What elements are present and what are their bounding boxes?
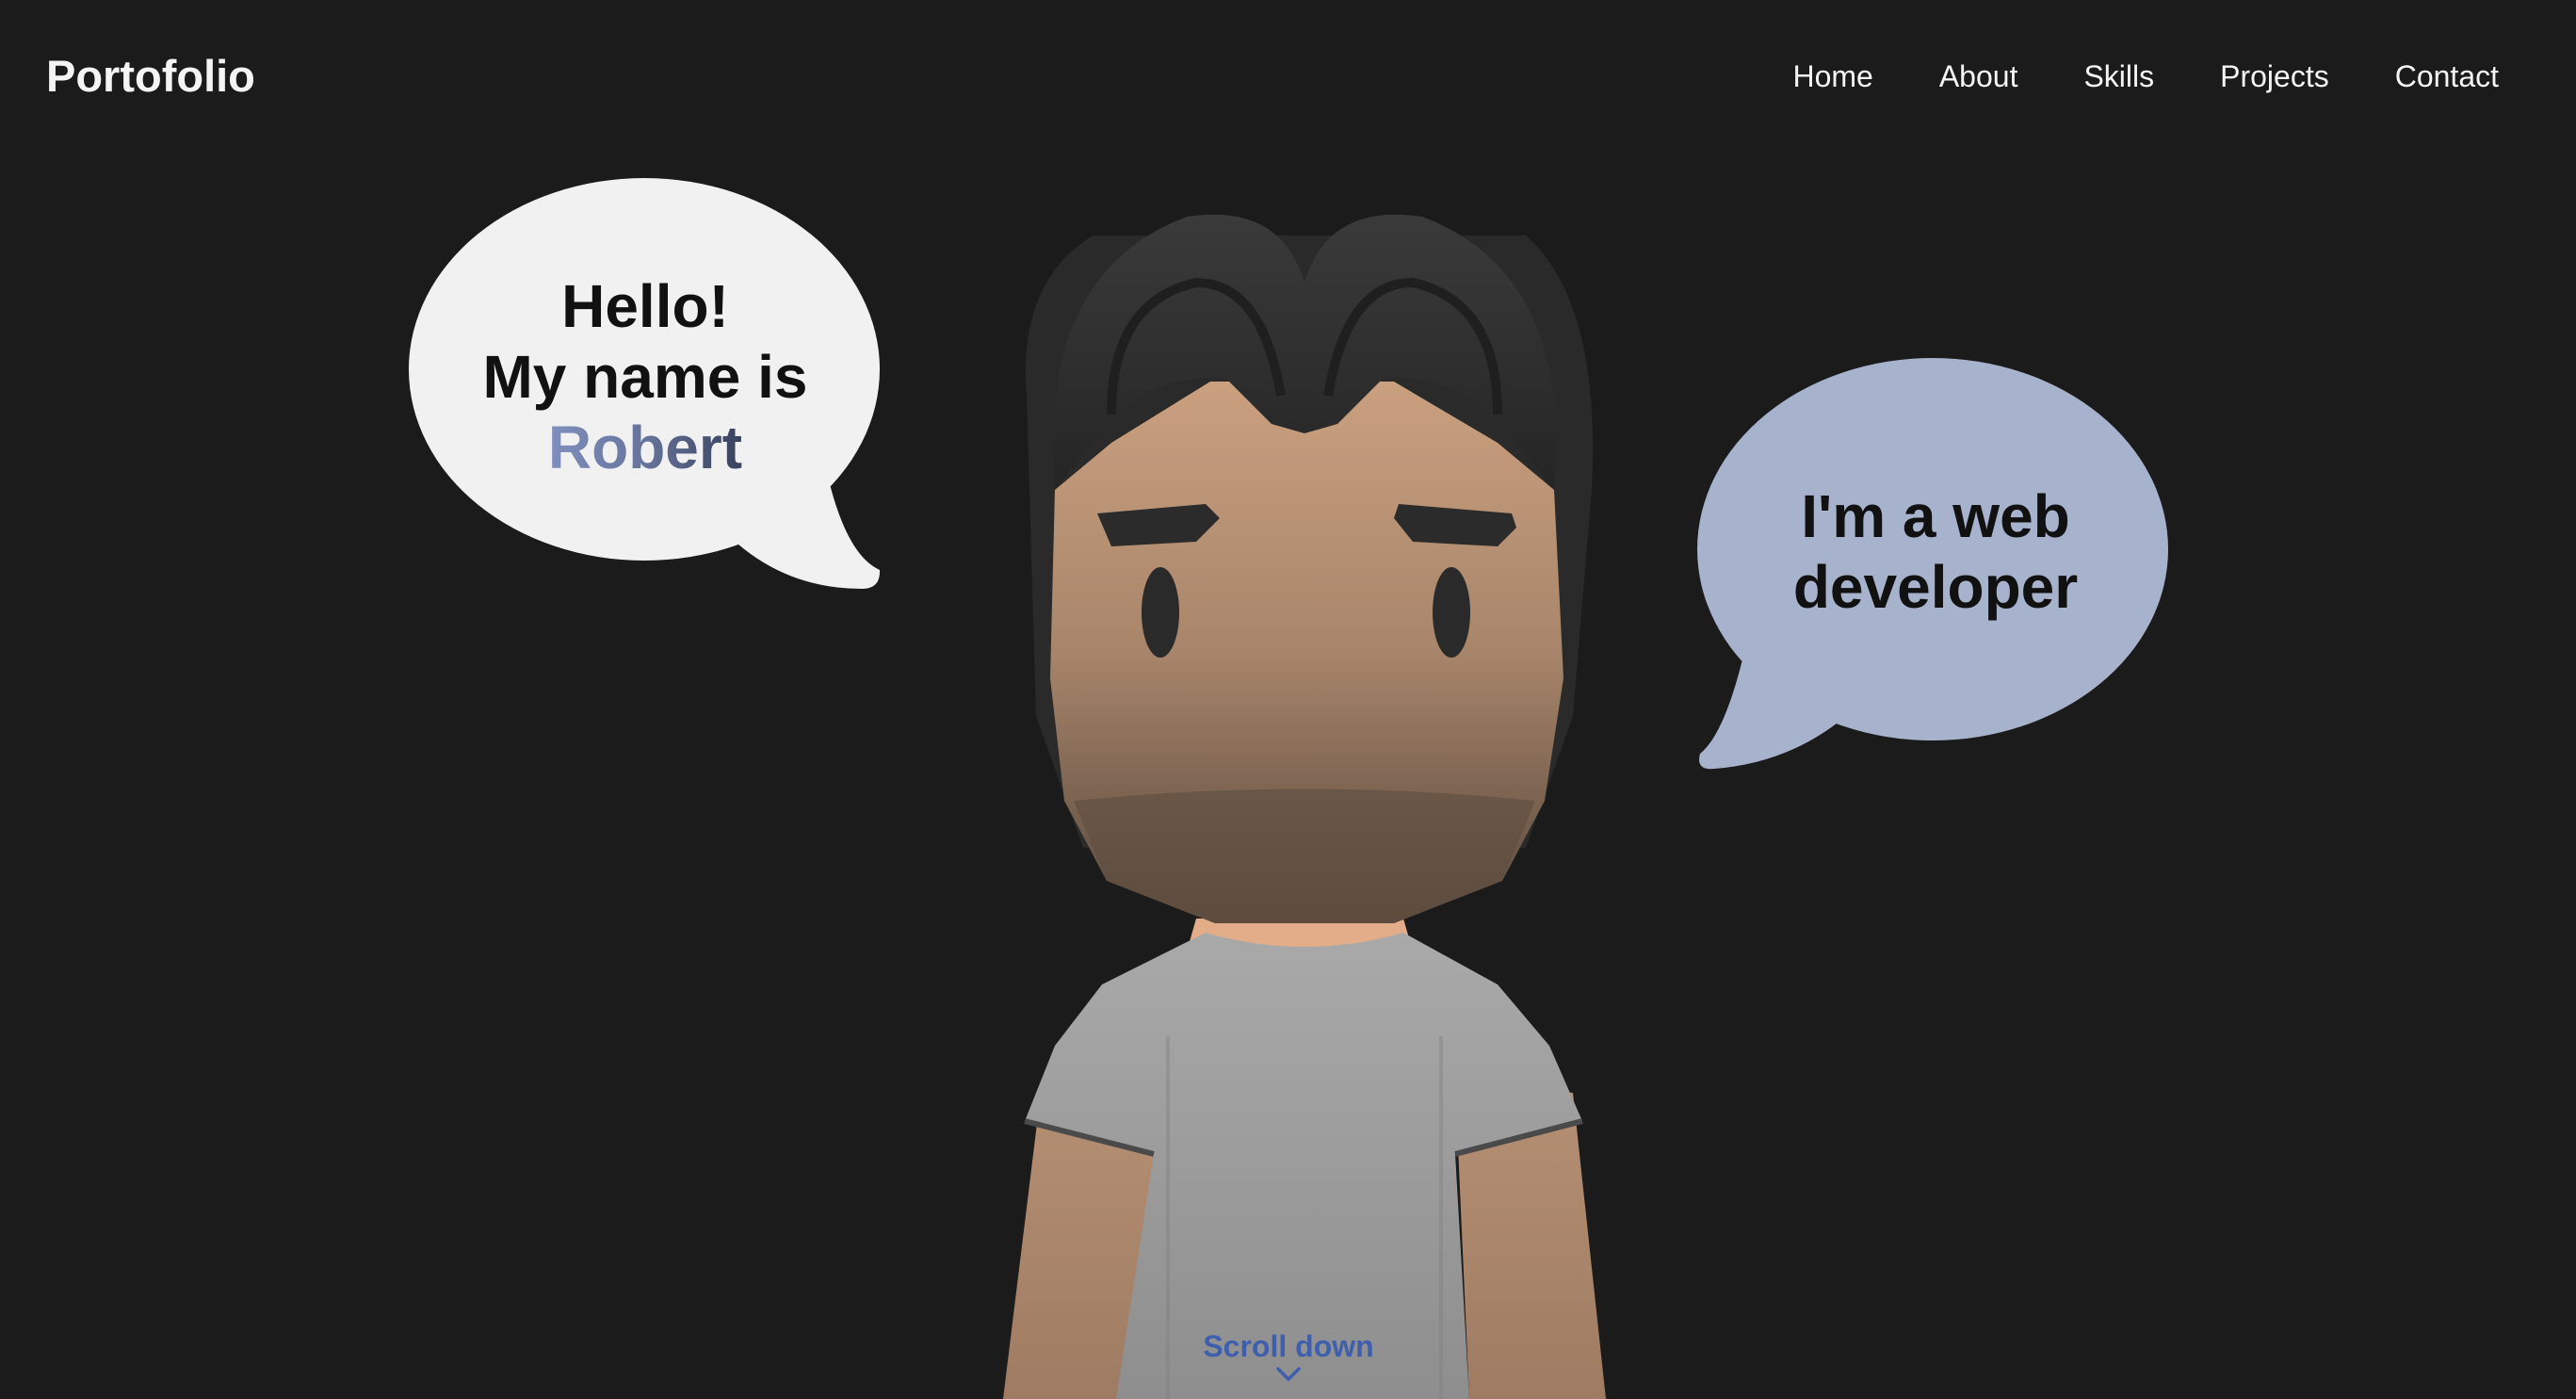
logo-link[interactable]: Portofolio	[46, 49, 255, 104]
nav-projects[interactable]: Projects	[2220, 57, 2329, 96]
chevron-down-icon[interactable]	[1275, 1366, 1302, 1383]
main-nav: Home About Skills Projects Contact	[1792, 57, 2499, 96]
role-text: I'm a web developer	[1700, 481, 2171, 623]
scroll-down-link[interactable]: Scroll down	[1194, 1328, 1383, 1364]
greeting-line-1: Hello!	[561, 272, 729, 340]
greeting-text: Hello! My name is Robert	[410, 271, 881, 483]
nav-about[interactable]: About	[1939, 57, 2018, 96]
role-line-2: developer	[1792, 553, 2079, 621]
nav-contact[interactable]: Contact	[2395, 57, 2499, 96]
nav-skills[interactable]: Skills	[2083, 57, 2154, 96]
greeting-line-2: My name is	[482, 343, 808, 411]
nav-home[interactable]: Home	[1792, 57, 1872, 96]
role-line-1: I'm a web	[1801, 482, 2070, 550]
portfolio-page: Hello! My name is Robert I'm a web devel…	[0, 0, 2576, 1399]
speech-bubbles	[409, 178, 2168, 770]
name-highlight: Robert	[547, 414, 743, 481]
